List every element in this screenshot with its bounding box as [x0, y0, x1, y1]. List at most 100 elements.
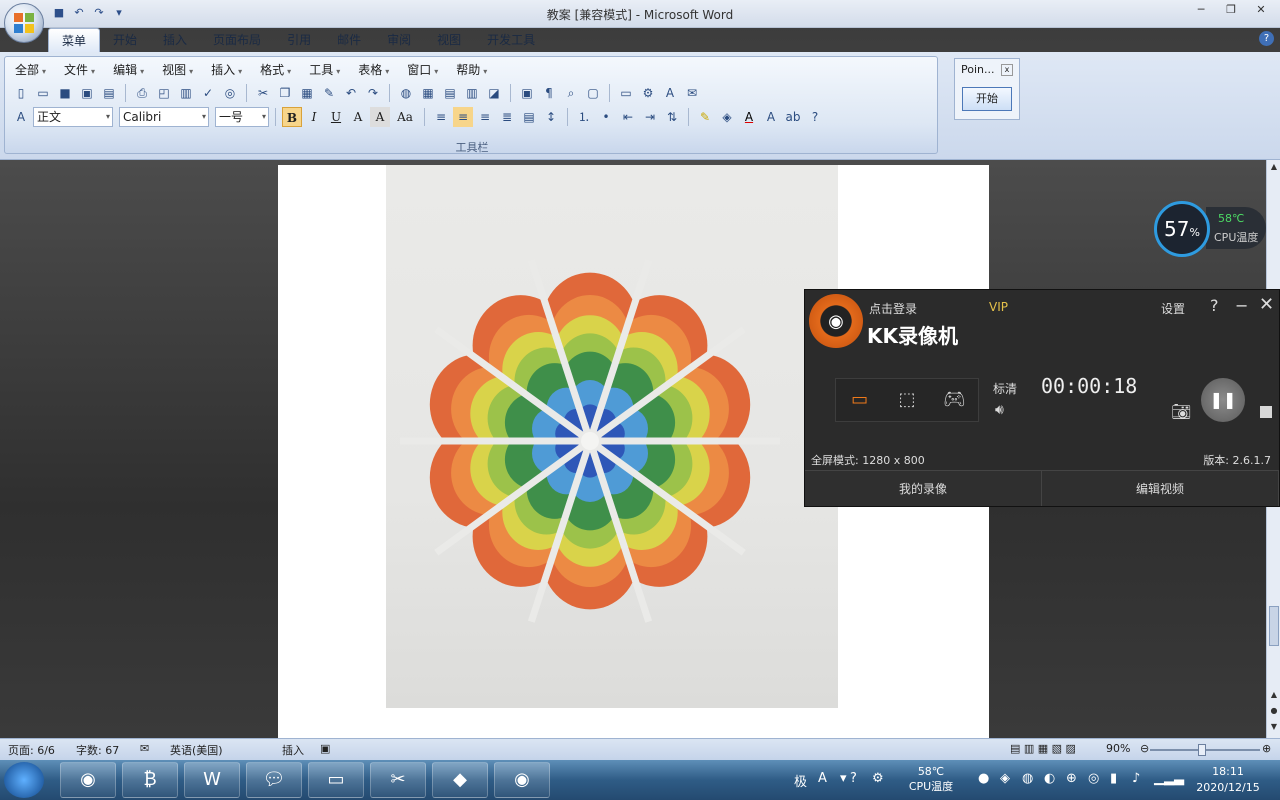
align-left-icon[interactable]: ≡	[431, 107, 451, 127]
pdf-icon[interactable]: ▤	[99, 83, 119, 103]
print-layout-icon[interactable]: ▤ ▥ ▦ ▧ ▨	[1010, 742, 1076, 755]
game-mode-icon[interactable]: 🎮︎	[938, 388, 970, 412]
styles-icon[interactable]: A	[11, 107, 31, 127]
change-case-icon[interactable]: Aa	[392, 107, 418, 127]
update-icon[interactable]: ⊕	[1066, 771, 1077, 786]
fullscreen-icon[interactable]: ▢	[583, 83, 603, 103]
ime-help-icon[interactable]: ?	[850, 771, 857, 786]
ribbon-tab[interactable]: 开始	[100, 28, 150, 52]
menu-item[interactable]: 文件 ▾	[58, 61, 101, 79]
line-spacing-icon[interactable]: ↕	[541, 107, 561, 127]
new-document-icon[interactable]: ▯	[11, 83, 31, 103]
ribbon-tab[interactable]: 开发工具	[474, 28, 548, 52]
login-link[interactable]: 点击登录	[869, 300, 917, 317]
close-icon[interactable]: x	[1001, 64, 1013, 76]
fullscreen-mode-icon[interactable]: ▭	[844, 388, 876, 412]
close-icon[interactable]: ✕	[1259, 294, 1274, 315]
ime-mode-icon[interactable]: A	[818, 771, 827, 786]
ribbon-tab[interactable]: 邮件	[324, 28, 374, 52]
settings-icon[interactable]: ⚙	[638, 83, 658, 103]
menu-item[interactable]: 全部 ▾	[9, 61, 52, 79]
wordart-icon[interactable]: A	[660, 83, 680, 103]
menu-item[interactable]: 工具 ▾	[303, 61, 346, 79]
format-painter-icon[interactable]: ✎	[319, 83, 339, 103]
start-button[interactable]: 开始	[962, 87, 1012, 111]
justify-icon[interactable]: ≣	[497, 107, 517, 127]
envelope-icon[interactable]: ✉	[682, 83, 702, 103]
word-count[interactable]: 字数: 67	[76, 742, 119, 758]
ribbon-tab[interactable]: 审阅	[374, 28, 424, 52]
restore-icon[interactable]: ❐	[1218, 2, 1244, 18]
paint-tool-icon[interactable]: ✂	[370, 762, 426, 798]
decrease-indent-icon[interactable]: ⇤	[618, 107, 638, 127]
settings-link[interactable]: 设置	[1161, 300, 1185, 317]
align-center-icon[interactable]: ≡	[453, 107, 473, 127]
menu-item[interactable]: 视图 ▾	[156, 61, 199, 79]
ribbon-tab[interactable]: 页面布局	[200, 28, 274, 52]
font-color-icon[interactable]: A	[739, 107, 759, 127]
recorder-tray-icon[interactable]: ●	[978, 771, 989, 786]
help-icon[interactable]: ?	[1210, 296, 1219, 315]
stop-button[interactable]	[1260, 406, 1272, 418]
undo-icon[interactable]: ↶	[341, 83, 361, 103]
menu-item[interactable]: 插入 ▾	[205, 61, 248, 79]
text-effects-icon[interactable]: A	[761, 107, 781, 127]
menu-item[interactable]: 帮助 ▾	[450, 61, 493, 79]
menu-item[interactable]: 表格 ▾	[352, 61, 395, 79]
font-combo[interactable]: Calibri ▾	[119, 107, 209, 127]
table-icon[interactable]: ▦	[418, 83, 438, 103]
bullets-icon[interactable]: •	[596, 107, 616, 127]
zoom-in-icon[interactable]: ⊕	[1262, 742, 1271, 755]
fill-color-icon[interactable]: ◈	[717, 107, 737, 127]
quality-label[interactable]: 标清	[993, 380, 1017, 397]
menu-item[interactable]: 窗口 ▾	[401, 61, 444, 79]
ime-indicator[interactable]: 极	[794, 771, 807, 790]
signal-icon[interactable]: ▁▂▃	[1154, 771, 1184, 786]
close-icon[interactable]: ✕	[1248, 2, 1274, 18]
previous-page-icon[interactable]: ▲	[1269, 690, 1279, 699]
zoom-knob[interactable]	[1198, 744, 1206, 756]
scroll-thumb[interactable]	[1269, 606, 1279, 646]
my-recordings-button[interactable]: 我的录像	[805, 471, 1042, 506]
permission-icon[interactable]: ▣	[77, 83, 97, 103]
insert-mode[interactable]: 插入	[282, 742, 304, 758]
sort-icon[interactable]: ⇅	[662, 107, 682, 127]
research-icon[interactable]: ◎	[220, 83, 240, 103]
image-viewer-icon[interactable]: ◆	[432, 762, 488, 798]
hyperlink-icon[interactable]: ◍	[396, 83, 416, 103]
ime-settings-icon[interactable]: ⚙	[872, 771, 884, 786]
help-icon[interactable]: ?	[1259, 31, 1274, 46]
char-border-icon[interactable]: A	[348, 107, 368, 127]
spelling-icon[interactable]: ✓	[198, 83, 218, 103]
minimize-icon[interactable]: −	[1235, 296, 1248, 315]
folder-icon[interactable]: ▭	[616, 83, 636, 103]
wechat-tray-icon[interactable]: ◎	[1088, 771, 1099, 786]
camera-icon[interactable]: 📷︎	[1171, 402, 1191, 421]
print-icon[interactable]: ⎙	[132, 83, 152, 103]
pause-button[interactable]: ❚❚	[1201, 378, 1245, 422]
increase-indent-icon[interactable]: ⇥	[640, 107, 660, 127]
print-preview-icon[interactable]: ◰	[154, 83, 174, 103]
volume-icon[interactable]: 🔊︎	[995, 402, 1004, 418]
start-button[interactable]	[4, 762, 44, 798]
file-explorer-icon[interactable]: ▭	[308, 762, 364, 798]
proofing-icon[interactable]: ✉	[140, 742, 149, 755]
copy-icon[interactable]: ❐	[275, 83, 295, 103]
chrome-icon[interactable]: ◉	[60, 762, 116, 798]
region-mode-icon[interactable]: ⬚	[891, 388, 923, 412]
zoom-out-icon[interactable]: ⊖	[1140, 742, 1149, 755]
ribbon-tab[interactable]: 引用	[274, 28, 324, 52]
style-combo[interactable]: 正文 ▾	[33, 107, 113, 127]
clock[interactable]: 18:11 2020/12/15	[1186, 764, 1270, 796]
char-shading-icon[interactable]: A	[370, 107, 390, 127]
page-view-icon[interactable]: ▥	[176, 83, 196, 103]
paste-icon[interactable]: ▦	[297, 83, 317, 103]
chat-tray-icon[interactable]: ◍	[1022, 771, 1033, 786]
edit-video-button[interactable]: 编辑视频	[1042, 471, 1279, 506]
ribbon-tab[interactable]: 菜单	[48, 28, 101, 52]
highlight-icon[interactable]: ✎	[695, 107, 715, 127]
show-marks-icon[interactable]: ¶	[539, 83, 559, 103]
drawing-icon[interactable]: ◪	[484, 83, 504, 103]
bold-icon[interactable]: B	[282, 107, 302, 127]
open-folder-icon[interactable]: ▭	[33, 83, 53, 103]
